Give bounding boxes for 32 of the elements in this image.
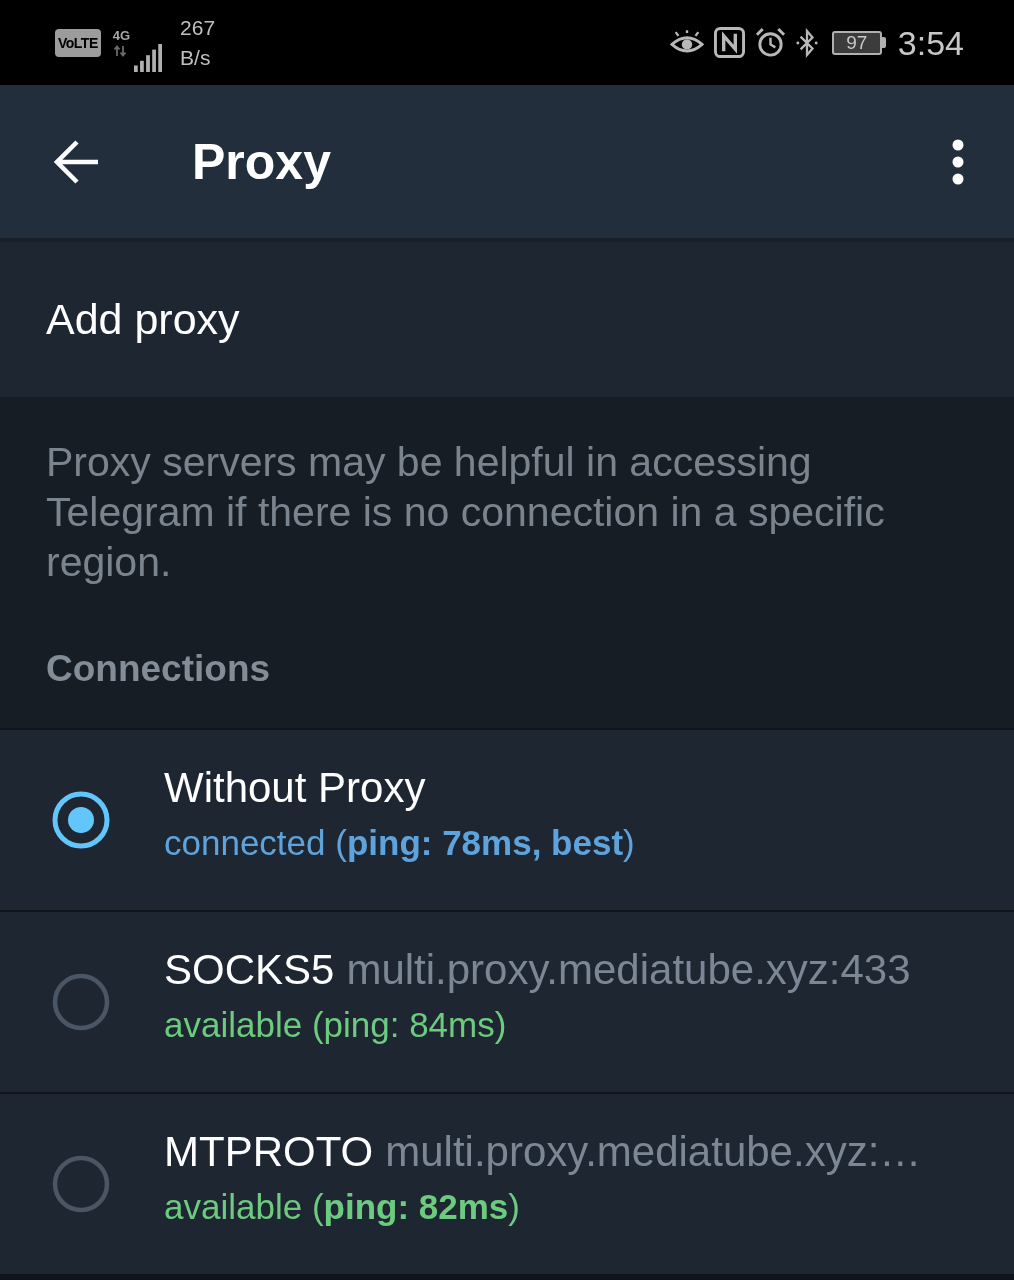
radio-icon[interactable]: [52, 1155, 110, 1213]
section-header: Connections: [46, 647, 271, 691]
more-vertical-icon: [952, 138, 964, 185]
proxy-status: available (ping: 82ms): [164, 1186, 520, 1228]
speed-unit: B/s: [180, 44, 212, 71]
proxy-name: MTPROTO: [164, 1127, 374, 1177]
radio-icon[interactable]: [52, 973, 110, 1031]
speed-value: 267: [180, 14, 216, 41]
bluetooth-icon: [795, 27, 818, 58]
network-type-label: 4G: [112, 28, 131, 43]
clock-time: 3:54: [897, 22, 964, 63]
proxy-host: multi.proxy.mediatube.xyz:433: [346, 945, 911, 995]
eye-icon: [669, 30, 704, 55]
proxy-name: Without Proxy: [164, 763, 426, 813]
proxy-status: connected (ping: 78ms, best): [164, 822, 635, 864]
battery-percent: 97: [846, 32, 868, 53]
proxy-host: multi.proxy.mediatube.xyz:…: [385, 1127, 922, 1177]
info-text: Proxy servers may be helpful in accessing Telegram if there is no connection in a specific region.: [46, 438, 886, 587]
arrow-left-icon: [54, 139, 100, 184]
proxy-name: SOCKS5: [164, 945, 335, 995]
radio-selected-icon[interactable]: [52, 791, 110, 849]
proxy-row[interactable]: SOCKS5 multi.proxy.mediatube.xyz:433 available (ping: 84ms): [0, 912, 1014, 1092]
proxy-row[interactable]: Without Proxy connected (ping: 78ms, best): [0, 730, 1014, 910]
signal-bars-icon: [134, 43, 163, 72]
add-proxy-button[interactable]: Add proxy: [0, 242, 1014, 397]
proxy-row[interactable]: MTPROTO multi.proxy.mediatube.xyz:… available (ping: 82ms): [0, 1094, 1014, 1274]
nfc-icon: [713, 27, 745, 58]
alarm-clock-icon: [754, 27, 786, 58]
data-arrows-icon: [112, 44, 127, 57]
volte-badge: VoLTE: [55, 28, 101, 57]
screen-title: Proxy: [192, 132, 332, 191]
proxy-status: available (ping: 84ms): [164, 1004, 507, 1046]
